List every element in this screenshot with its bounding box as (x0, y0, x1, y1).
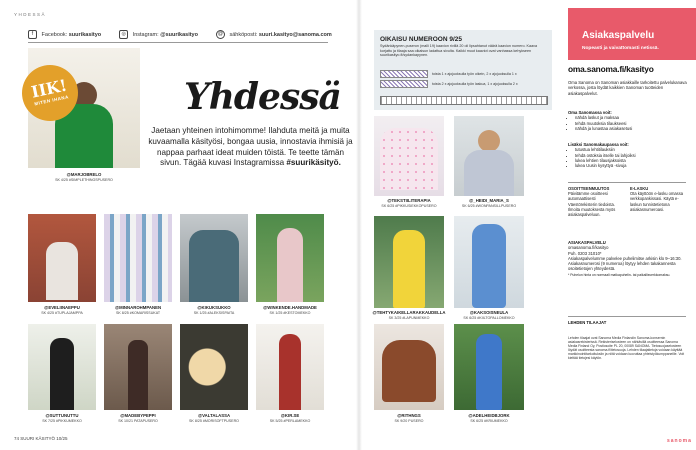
divider (568, 316, 686, 317)
customer-service-title: Asiakaspalvelu (582, 30, 655, 41)
photo-tile (256, 324, 324, 410)
instagram-link[interactable]: ◎ Instagram: @suurikasityo (119, 30, 198, 39)
chart-strip (380, 96, 548, 105)
customer-service-subtitle: Nopeasti ja vaivattomasti netissä. (582, 46, 659, 51)
legal-heading: LEHDEN TILAAJAT (568, 320, 607, 325)
service-lead: Oma Sanoma on Sanoman asiakkaille tarkoi… (568, 80, 687, 96)
photo-tile (28, 324, 96, 410)
photo-tile (180, 324, 248, 410)
magazine-spread: YHDESSÄ f Facebook: suurikasityo ◎ Insta… (0, 0, 696, 450)
intro-text: Jaetaan yhteinen intohimomme! Ilahduta m… (148, 126, 353, 168)
photo-tile (454, 116, 524, 196)
facebook-label: Facebook: (41, 31, 68, 38)
social-links: f Facebook: suurikasityo ◎ Instagram: @s… (28, 30, 332, 39)
instagram-label: Instagram: (132, 31, 159, 38)
contact-url[interactable]: omasanoma.fi/kasityo (568, 245, 609, 250)
instagram-handle: @suurikasityo (160, 31, 198, 38)
customer-service-header: Asiakaspalvelu Nopeasti ja vaivattomasti… (568, 8, 696, 60)
photo-caption: @MINNAROHMPANEN SK 8/25 #KOMARISSUKAT (114, 305, 162, 315)
correction-text: Sydänkäpynen-puseron (malli 19) kaavion … (380, 44, 538, 58)
left-page: YHDESSÄ f Facebook: suurikasityo ◎ Insta… (0, 0, 358, 450)
legal-text: Lehden tilaajat ovat Sanoma Media Finlan… (568, 336, 685, 361)
photo-caption: @KIR.SE SK 5/25 #PERLAMEKKO (269, 413, 311, 423)
photo-tile (374, 116, 444, 196)
facebook-handle: suurikasityo (68, 31, 102, 38)
page-title: Yhdessä (184, 76, 342, 118)
contact-phone: Puh. 0203 31010* (568, 250, 602, 256)
oma-sanoma-list: Oma Sanomassa voit: nähdä laskut ja maks… (568, 110, 688, 131)
photo-caption: @WINKENDE.HANDMADE SK 1/25 #KESTOMEKKO (263, 305, 317, 315)
photo-caption: @MADEBYPEPPI SK 10/21 PATAPUSERO (118, 413, 158, 423)
page-folio: 74 SUURI KÄSITYÖ 10/25 (14, 436, 68, 441)
divider (28, 42, 328, 43)
photo-caption: @VALTALASSA SK 8/25 #MORISOFTPUSERO (189, 413, 239, 423)
e-invoice: E-LASKU Ota käyttöön e-lasku omassa verk… (630, 186, 684, 212)
pattern-swatch (380, 70, 428, 78)
pattern-swatch (380, 80, 428, 88)
facebook-link[interactable]: f Facebook: suurikasityo (28, 30, 101, 39)
chart-legend-row: toista 1 x ajojuoksulla työn oikein, 2 x… (380, 70, 517, 78)
right-page: OIKAISU NUMEROON 9/25 Sydänkäpynen-puser… (362, 0, 696, 450)
divider (568, 182, 686, 183)
photo-tile (28, 214, 96, 302)
photo-caption: @KIKUKSUKKO SK 1/25 #ALEKSISPAITA (193, 305, 235, 315)
photo-tile (256, 214, 324, 302)
sanoma-logo: sanoma (667, 438, 692, 444)
photo-tile (374, 324, 444, 410)
photo-tile (104, 214, 172, 302)
correction-box: OIKAISU NUMEROON 9/25 Sydänkäpynen-puser… (374, 30, 552, 110)
photo-caption: @MARJOBRELO SK 4/25 #SIMPLETHINGSPUSERO (55, 172, 113, 182)
photo-tile (454, 324, 524, 410)
photo-caption: @_HEIDI_MARIA_S SK 6/25 #WONPANSILLPUSERO (461, 198, 517, 208)
photo-tile (374, 216, 444, 308)
at-icon: @ (215, 30, 225, 39)
address-change: OSOITTEENMUUTOS Päivitämme osoitteesi au… (568, 186, 616, 218)
facebook-icon: f (28, 30, 37, 39)
instagram-icon: ◎ (119, 30, 129, 39)
photo-caption: @TEHTYKAIKELLARAKKAUDELLA SK 3/25 #LAPUNM… (372, 310, 446, 320)
list-item: lukea Uusin kysyttyä -sivuja (575, 163, 688, 168)
photo-tile (104, 324, 172, 410)
photo-tile (180, 214, 248, 302)
photo-caption: @TEKSTIILITERAPIA SK 6/25 #PIKKUSIEKKOPUS… (381, 198, 437, 208)
running-head: YHDESSÄ (14, 12, 47, 17)
email-address: suuri.kasityo@sanoma.com (258, 31, 332, 38)
photo-caption: @EVELIINAEPPU SK 4/25 #TUPLAJAMPPA (41, 305, 83, 315)
service-url[interactable]: oma.sanoma.fi/kasityo (568, 64, 654, 74)
photo-caption: @KAKSOISNEULA SK 6/25 #KIILTOPALLOMEKKO (463, 310, 515, 320)
photo-caption: @ADELHEIDBJORK SK 6/25 #KRIUMEKKO (468, 413, 510, 423)
photo-tile (454, 216, 524, 308)
correction-title: OIKAISU NUMEROON 9/25 (380, 36, 462, 43)
shop-list: Lisäksi Sanomakaupassa voit: tutustua le… (568, 142, 688, 168)
email-label: sähköposti: (229, 31, 258, 38)
contact-info: ASIAKASPALVELU omasanoma.fi/kasityo Puh.… (568, 240, 682, 277)
photo-caption: @RITHNGS SK 9/20 PUSERO (394, 413, 424, 423)
hashtag: #suurikäsityö. (286, 158, 341, 168)
email-link[interactable]: @ sähköposti: suuri.kasityo@sanoma.com (215, 30, 332, 39)
list-item: nähdä ja lunastaa asiakasetusi (575, 126, 688, 131)
chart-legend-row: toista 2 x ajojuoksulla työn laskua, 1 x… (380, 80, 518, 88)
photo-caption: @SUTTUNUTTU SK 7/25 #PIKKUMEKKO (42, 413, 82, 423)
